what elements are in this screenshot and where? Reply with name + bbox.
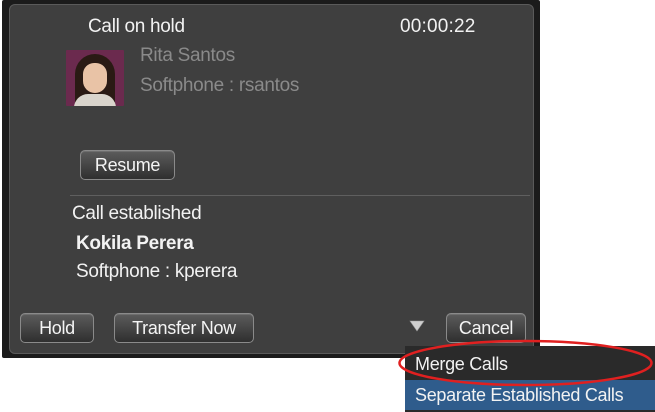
established-contact-line: Softphone : kperera [76,261,238,282]
established-call-status: Call established [72,203,202,224]
cancel-button[interactable]: Cancel [446,313,526,343]
held-call-status: Call on hold [88,16,185,37]
menu-item-merge-calls[interactable]: Merge Calls [405,349,655,379]
established-contact-name: Kokila Perera [76,233,194,254]
call-timer: 00:00:22 [400,16,476,37]
contact-avatar [66,50,124,106]
more-actions-menu: Merge Calls Separate Established Calls [405,346,655,412]
dropdown-arrow-icon[interactable] [409,319,425,333]
menu-item-separate-established-calls[interactable]: Separate Established Calls [405,380,655,410]
held-contact-line: Softphone : rsantos [140,75,300,96]
transfer-now-button[interactable]: Transfer Now [114,313,254,343]
resume-button[interactable]: Resume [80,150,175,180]
divider [70,195,530,196]
held-contact-name: Rita Santos [140,45,235,66]
hold-button[interactable]: Hold [20,313,94,343]
